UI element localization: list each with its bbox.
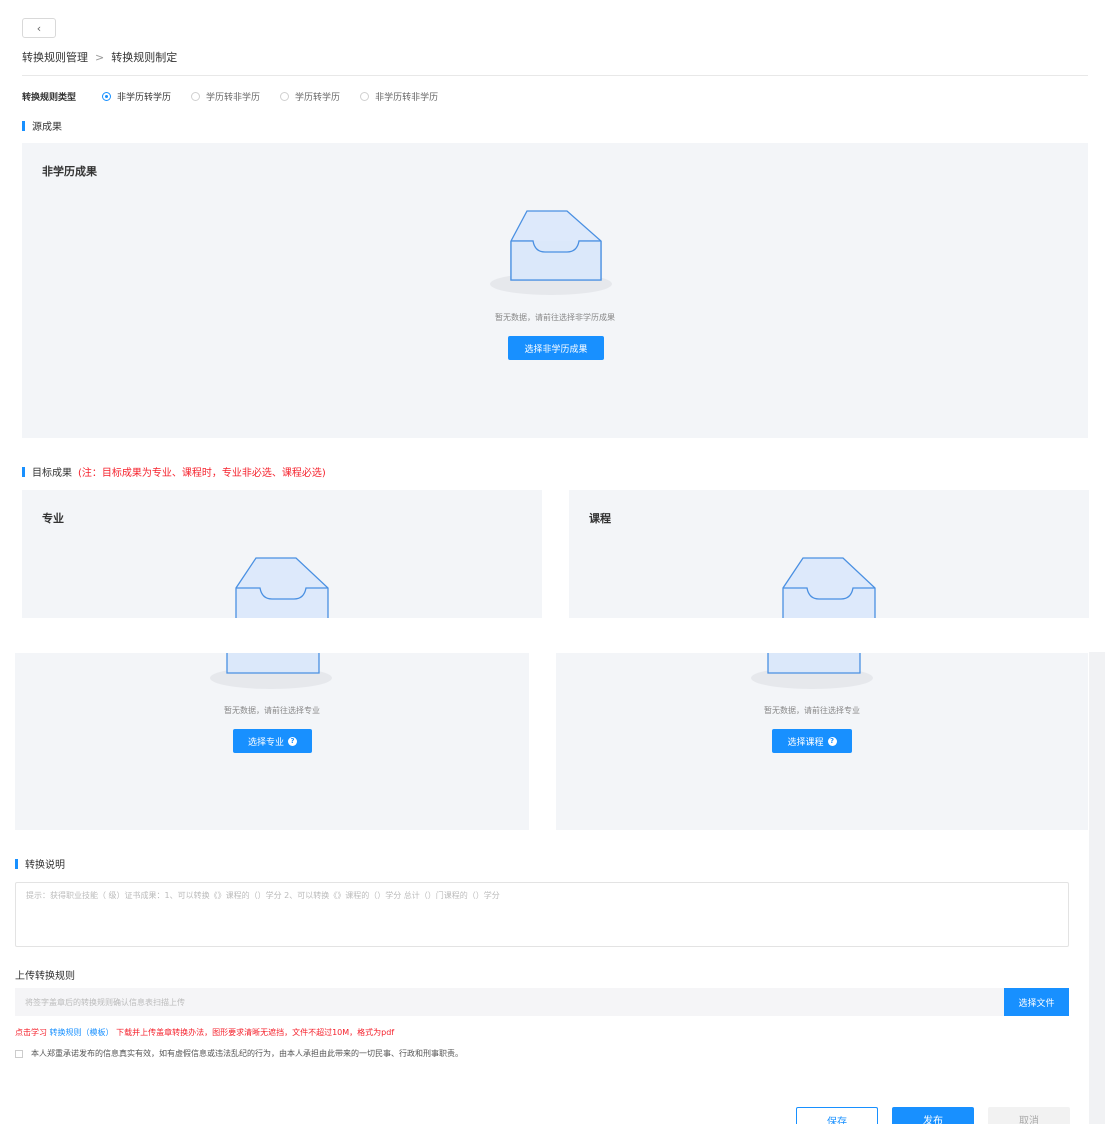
upload-file-input[interactable]: 将签字盖章后的转换规则确认信息表扫描上传 [15,988,1004,1016]
help-icon: ? [827,736,837,746]
save-button[interactable]: 保存 [796,1107,878,1124]
button-label: 选择文件 [1018,998,1055,1009]
button-label: 选择非学历成果 [524,344,588,355]
empty-inbox-icon [490,210,612,295]
select-file-button[interactable]: 选择文件 [1004,988,1069,1016]
scrollbar[interactable] [1089,652,1105,1124]
empty-inbox-icon [235,557,329,618]
radio-degree-to-non-degree[interactable]: 学历转非学历 [191,90,260,103]
breadcrumb-current: 转换规则制定 [111,51,178,64]
template-download-link[interactable]: 转换规则（模板） [50,1028,114,1037]
radio-checked-icon [102,92,112,101]
select-major-button[interactable]: 选择专业 ? [233,729,312,753]
breadcrumb: 转换规则管理 > 转换规则制定 [22,49,177,65]
description-placeholder: 提示：获得职业技能（ 级）证书成果：1、可以转换《》课程的（）学分 2、可以转换… [26,891,500,900]
section-marker [15,858,18,869]
breadcrumb-separator-icon: > [95,50,105,64]
section-title-text: 转换说明 [25,860,65,871]
source-panel-title: 非学历成果 [42,165,97,178]
description-textarea[interactable]: 提示：获得职业技能（ 级）证书成果：1、可以转换《》课程的（）学分 2、可以转换… [15,882,1069,947]
radio-label: 学历转学历 [295,93,341,103]
help-icon: ? [288,736,297,746]
source-section-title: 源成果 [22,118,62,133]
radio-degree-to-degree[interactable]: 学历转学历 [280,90,340,103]
major-panel-lower: 暂无数据，请前往选择专业 选择专业 ? [15,653,529,830]
section-title-text: 源成果 [32,122,62,133]
radio-non-degree-to-degree[interactable]: 非学历转学历 [102,90,171,103]
rule-type-group: 转换规则类型 非学历转学历 学历转非学历 学历转学历 非学历转非学历 [22,90,458,103]
section-marker [22,120,25,131]
major-empty-text: 暂无数据，请前往选择专业 [224,706,320,715]
target-section-title: 目标成果 (注：目标成果为专业、课程时，专业非必选、课程必选) [22,464,326,479]
button-label: 保存 [827,1117,847,1124]
agreement-text: 本人郑重承诺发布的信息真实有效，如有虚假信息或违法乱纪的行为，由本人承担由此带来… [31,1049,463,1058]
section-marker [22,466,25,477]
upload-label: 上传转换规则 [15,971,75,982]
button-label: 选择课程 [787,737,824,748]
button-label: 发布 [923,1116,943,1124]
target-note: (注：目标成果为专业、课程时，专业非必选、课程必选) [78,468,326,479]
course-panel-lower: 暂无数据，请前往选择专业 选择课程 ? [556,653,1088,830]
radio-label: 非学历转学历 [117,93,172,103]
course-panel-title: 课程 [589,512,611,525]
empty-inbox-icon [751,653,873,689]
rule-type-label: 转换规则类型 [22,93,77,103]
select-non-degree-button[interactable]: 选择非学历成果 [508,336,604,360]
hint-suffix: 下载并上传盖章转换办法，图形要求清晰无遮挡，文件不超过10M，格式为pdf [116,1028,395,1037]
radio-label: 非学历转非学历 [375,93,439,103]
upload-placeholder: 将签字盖章后的转换规则确认信息表扫描上传 [25,997,185,1007]
publish-button[interactable]: 发布 [892,1107,974,1124]
description-section-title: 转换说明 [15,856,65,871]
header-divider [22,75,1088,76]
agreement-row: 本人郑重承诺发布的信息真实有效，如有虚假信息或违法乱纪的行为，由本人承担由此带来… [15,1048,463,1059]
source-empty-text: 暂无数据，请前往选择非学历成果 [495,313,615,322]
button-label: 选择专业 [247,737,284,748]
radio-label: 学历转非学历 [206,93,261,103]
hint-prefix: 点击学习 [15,1028,47,1037]
radio-non-degree-to-non-degree[interactable]: 非学历转非学历 [360,90,438,103]
cancel-button[interactable]: 取消 [988,1107,1070,1124]
chevron-left-icon: ‹ [36,21,42,35]
radio-unchecked-icon [360,92,370,101]
upload-hint: 点击学习 转换规则（模板） 下载并上传盖章转换办法，图形要求清晰无遮挡，文件不超… [15,1027,394,1038]
major-panel-title: 专业 [42,512,64,525]
radio-unchecked-icon [191,92,201,101]
breadcrumb-parent[interactable]: 转换规则管理 [22,49,88,65]
agreement-checkbox[interactable] [15,1049,23,1058]
course-panel: 课程 [569,490,1089,618]
major-panel: 专业 [22,490,542,618]
empty-inbox-icon [782,557,876,618]
back-button[interactable]: ‹ [22,18,56,38]
button-label: 取消 [1019,1116,1039,1124]
section-title-text: 目标成果 [32,468,72,479]
radio-unchecked-icon [280,92,290,101]
empty-inbox-icon [210,653,332,689]
course-empty-text: 暂无数据，请前往选择专业 [764,706,860,715]
source-panel: 非学历成果 暂无数据，请前往选择非学历成果 选择非学历成果 [22,143,1088,438]
select-course-button[interactable]: 选择课程 ? [772,729,852,753]
